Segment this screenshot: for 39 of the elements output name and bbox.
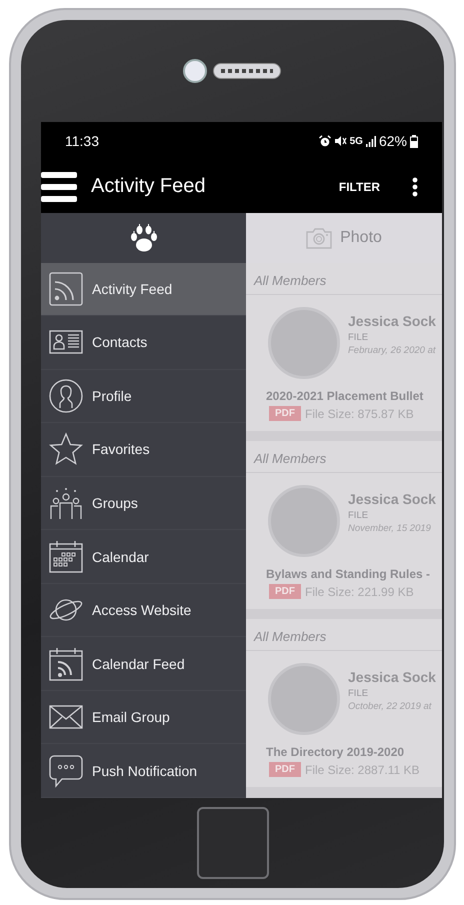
post-type: FILE [348, 688, 370, 699]
file-type-badge: PDF [269, 406, 301, 421]
status-time: 11:33 [65, 133, 100, 149]
chat-bubble-icon [49, 754, 83, 788]
post-date: October, 22 2019 at [348, 701, 433, 712]
battery-icon [410, 134, 418, 148]
audience-label: All Members [246, 441, 442, 473]
rss-icon [49, 272, 83, 306]
person-circle-icon [49, 378, 83, 413]
audience-label: All Members [246, 263, 442, 295]
post-type: FILE [348, 332, 370, 343]
more-options-button[interactable] [410, 174, 420, 198]
camera-icon [306, 227, 332, 249]
file-type-badge: PDF [269, 584, 301, 599]
group-people-icon [49, 486, 83, 520]
alarm-clock-icon [318, 135, 331, 147]
app-title: Activity Feed [91, 175, 206, 198]
speaker-grille [212, 63, 280, 79]
audience-label: All Members [246, 619, 442, 651]
calendar-rss-icon [49, 646, 83, 681]
battery-percent: 62% [378, 133, 407, 149]
camera-lens [182, 59, 206, 83]
muted-speaker-icon [334, 135, 347, 147]
signal-icon [366, 136, 376, 146]
network-type: 5G [350, 136, 363, 146]
filter-button[interactable]: FILTER [334, 176, 384, 198]
calendar-icon [49, 540, 83, 574]
menu-button[interactable] [41, 170, 77, 204]
author-name: Jessica Sock [348, 313, 436, 329]
post-date: November, 15 2019 [348, 523, 432, 534]
paw-print-icon [128, 222, 158, 253]
drawer-menu-item[interactable]: Activity Feed [41, 262, 246, 316]
author-name: Jessica Sock [348, 491, 436, 507]
home-button[interactable] [196, 807, 268, 879]
file-type-badge: PDF [269, 762, 301, 777]
post-date: February, 26 2020 at [348, 345, 436, 356]
star-icon [49, 432, 83, 466]
author-name: Jessica Sock [348, 669, 436, 685]
post-type: FILE [348, 510, 370, 521]
